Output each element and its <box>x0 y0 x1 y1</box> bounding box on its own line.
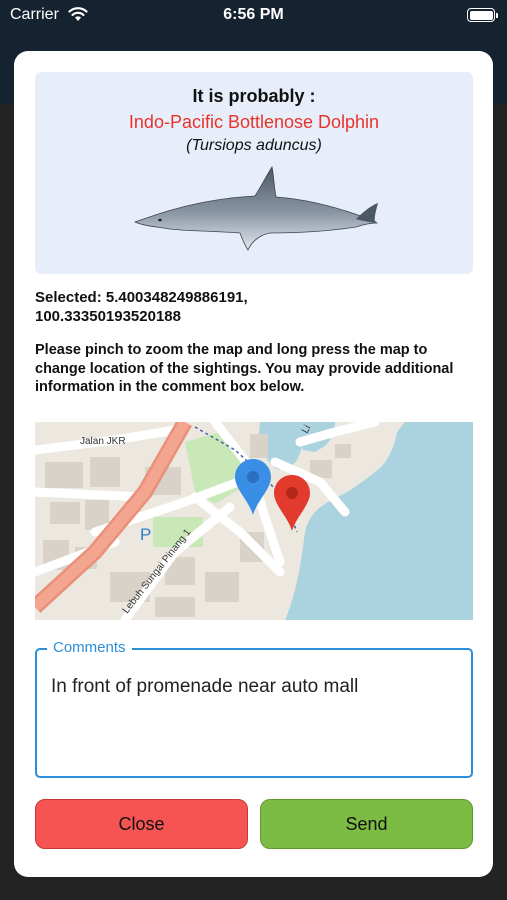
result-heading: It is probably : <box>192 86 316 106</box>
road-label-jalan-jkr: Jalan JKR <box>80 436 126 447</box>
location-map[interactable]: P Jalan JKR Lebuh Sungai Pinang 1 Li <box>35 422 473 620</box>
selected-line-1: Selected: 5.400348249886191, <box>35 289 248 306</box>
send-button[interactable]: Send <box>260 799 473 849</box>
species-common-name: Indo-Pacific Bottlenose Dolphin <box>128 112 380 132</box>
instructions-text: Please pinch to zoom the map and long pr… <box>35 342 454 395</box>
species-result-card: It is probably : Indo-Pacific Bottlenose… <box>35 72 473 274</box>
comments-label: Comments <box>47 639 132 656</box>
parking-label: P <box>140 525 151 544</box>
species-scientific-name: (Tursiops aduncus) <box>186 137 322 154</box>
selected-coordinates: Selected: 5.400348249886191, 100.3335019… <box>35 288 475 326</box>
clock: 6:56 PM <box>223 6 284 23</box>
map-canvas[interactable]: P Jalan JKR Lebuh Sungai Pinang 1 Li <box>35 422 473 620</box>
battery-icon <box>467 8 498 22</box>
comments-input[interactable]: In front of promenade near auto mall <box>51 676 461 698</box>
selected-line-2: 100.33350193520188 <box>35 308 181 325</box>
comments-field[interactable]: Comments In front of promenade near auto… <box>35 639 473 778</box>
status-bar: Carrier 6:56 PM <box>0 0 507 32</box>
sighting-dialog: It is probably : Indo-Pacific Bottlenose… <box>14 51 493 877</box>
close-button[interactable]: Close <box>35 799 248 849</box>
dolphin-image <box>133 165 379 251</box>
